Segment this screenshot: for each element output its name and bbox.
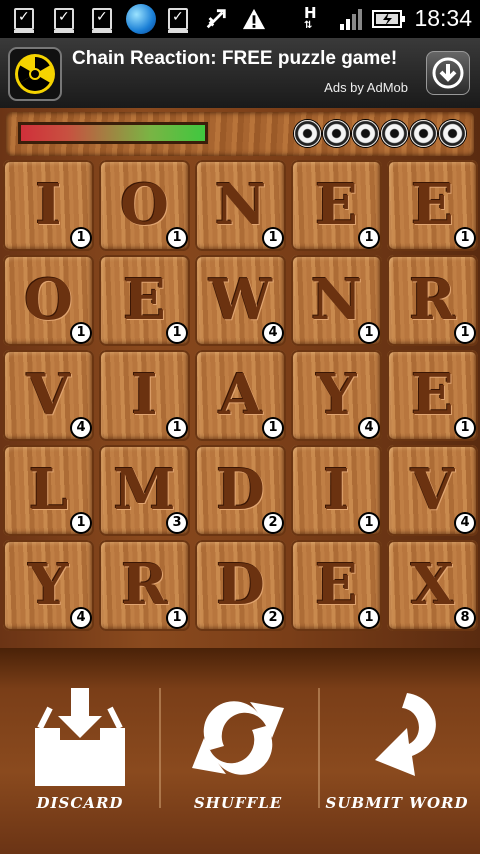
divider [159,688,161,808]
letter-tile[interactable]: E1 [387,160,478,251]
letter-tile[interactable]: Y4 [291,350,382,441]
tile-score: 4 [456,514,474,532]
browser-icon[interactable] [126,4,156,34]
notification-icon[interactable] [92,8,112,33]
tile-score: 1 [168,229,186,247]
letter-grid: I1 O1 N1 E1 E1 O1 E1 W4 N1 R1 V4 I1 A1 Y… [3,160,478,642]
tile-score: 2 [264,514,282,532]
tile-score: 1 [72,514,90,532]
submit-word-button[interactable]: SUBMIT WORD [322,688,472,828]
letter-tile[interactable]: R1 [387,255,478,346]
tile-score: 1 [360,324,378,342]
tile-score: 1 [72,229,90,247]
letter-tile[interactable]: W4 [195,255,286,346]
clock: 18:34 [414,5,472,31]
warning-icon [242,8,266,30]
discard-button[interactable]: DISCARD [5,688,155,828]
ad-title[interactable]: Chain Reaction: FREE puzzle game! [72,48,397,70]
life-token-icon [439,120,466,147]
tile-score: 1 [264,229,282,247]
letter-tile[interactable]: E1 [387,350,478,441]
tile-score: 1 [456,229,474,247]
network-icon: H ⇅ [304,4,317,31]
lives-indicator [294,120,466,147]
ad-attribution: Ads by AdMob [324,80,408,95]
discard-icon [35,688,125,786]
life-token-icon [352,120,379,147]
life-token-icon [323,120,350,147]
letter-tile[interactable]: N1 [195,160,286,251]
tile-score: 1 [168,609,186,627]
action-bar: DISCARD SHUFFLE SUBMIT WORD [0,648,480,854]
tile-score: 1 [360,609,378,627]
letter-tile[interactable]: I1 [3,160,94,251]
radiation-icon[interactable] [8,47,62,101]
letter-tile[interactable]: D2 [195,540,286,631]
tile-score: 1 [72,324,90,342]
ad-banner[interactable]: Chain Reaction: FREE puzzle game! Ads by… [0,38,480,109]
life-token-icon [381,120,408,147]
notification-icon[interactable] [54,8,74,33]
life-token-icon [410,120,437,147]
submit-word-label: SUBMIT WORD [325,794,469,812]
score-panel [6,112,474,156]
tile-score: 2 [264,609,282,627]
letter-tile[interactable]: E1 [291,160,382,251]
letter-tile[interactable]: V4 [387,445,478,536]
life-token-icon [294,120,321,147]
letter-tile[interactable]: N1 [291,255,382,346]
letter-tile[interactable]: E1 [99,255,190,346]
tile-score: 1 [168,324,186,342]
discard-label: DISCARD [36,794,124,812]
game-board: I1 O1 N1 E1 E1 O1 E1 W4 N1 R1 V4 I1 A1 Y… [0,108,480,854]
battery-icon [372,10,405,28]
tile-score: 1 [360,514,378,532]
notification-icon[interactable] [168,8,188,33]
letter-tile[interactable]: Y4 [3,540,94,631]
download-icon [432,57,464,89]
shuffle-button[interactable]: SHUFFLE [163,688,313,828]
letter-tile[interactable]: L1 [3,445,94,536]
letter-tile[interactable]: V4 [3,350,94,441]
letter-tile[interactable]: M3 [99,445,190,536]
status-bar: H⇅ 18:34 [0,0,480,38]
letter-tile[interactable]: R1 [99,540,190,631]
tile-score: 1 [168,419,186,437]
letter-tile[interactable]: I1 [291,445,382,536]
letter-tile[interactable]: O1 [99,160,190,251]
usb-icon [206,9,226,29]
shuffle-label: SHUFFLE [193,794,283,812]
letter-tile[interactable]: A1 [195,350,286,441]
signal-icon [340,9,362,30]
letter-tile[interactable]: D2 [195,445,286,536]
tile-score: 8 [456,609,474,627]
submit-icon [375,693,436,776]
notification-icon[interactable] [14,8,34,33]
divider [318,688,320,808]
tile-score: 1 [456,324,474,342]
letter-tile[interactable]: O1 [3,255,94,346]
letter-tile[interactable]: E1 [291,540,382,631]
letter-tile[interactable]: X8 [387,540,478,631]
tile-score: 3 [168,514,186,532]
progress-meter [18,122,208,144]
tile-score: 4 [264,324,282,342]
tile-score: 1 [456,419,474,437]
tile-score: 4 [360,419,378,437]
shuffle-icon [192,701,284,775]
letter-tile[interactable]: I1 [99,350,190,441]
tile-score: 4 [72,609,90,627]
tile-score: 1 [360,229,378,247]
download-button[interactable] [426,51,470,95]
tile-score: 1 [264,419,282,437]
tile-score: 4 [72,419,90,437]
